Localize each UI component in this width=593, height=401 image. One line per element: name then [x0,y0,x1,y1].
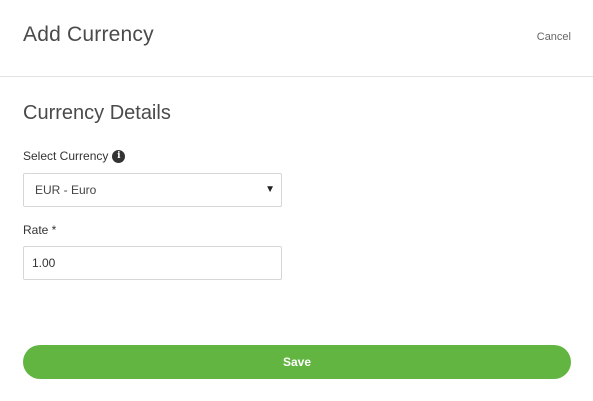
section-title: Currency Details [23,102,171,124]
currency-select-value: EUR - Euro [35,183,97,197]
save-button[interactable]: Save [23,345,571,379]
rate-input[interactable] [23,246,282,280]
rate-label: Rate * [23,223,57,237]
currency-select[interactable]: EUR - Euro ▼ [23,173,282,207]
page-title: Add Currency [23,23,154,46]
select-currency-label: Select Currency i [23,149,126,163]
chevron-down-icon: ▼ [265,184,275,195]
cancel-link[interactable]: Cancel [537,31,571,43]
modal-header: Add Currency Cancel [0,0,593,77]
select-currency-label-text: Select Currency [23,149,109,163]
info-icon[interactable]: i [112,149,126,163]
